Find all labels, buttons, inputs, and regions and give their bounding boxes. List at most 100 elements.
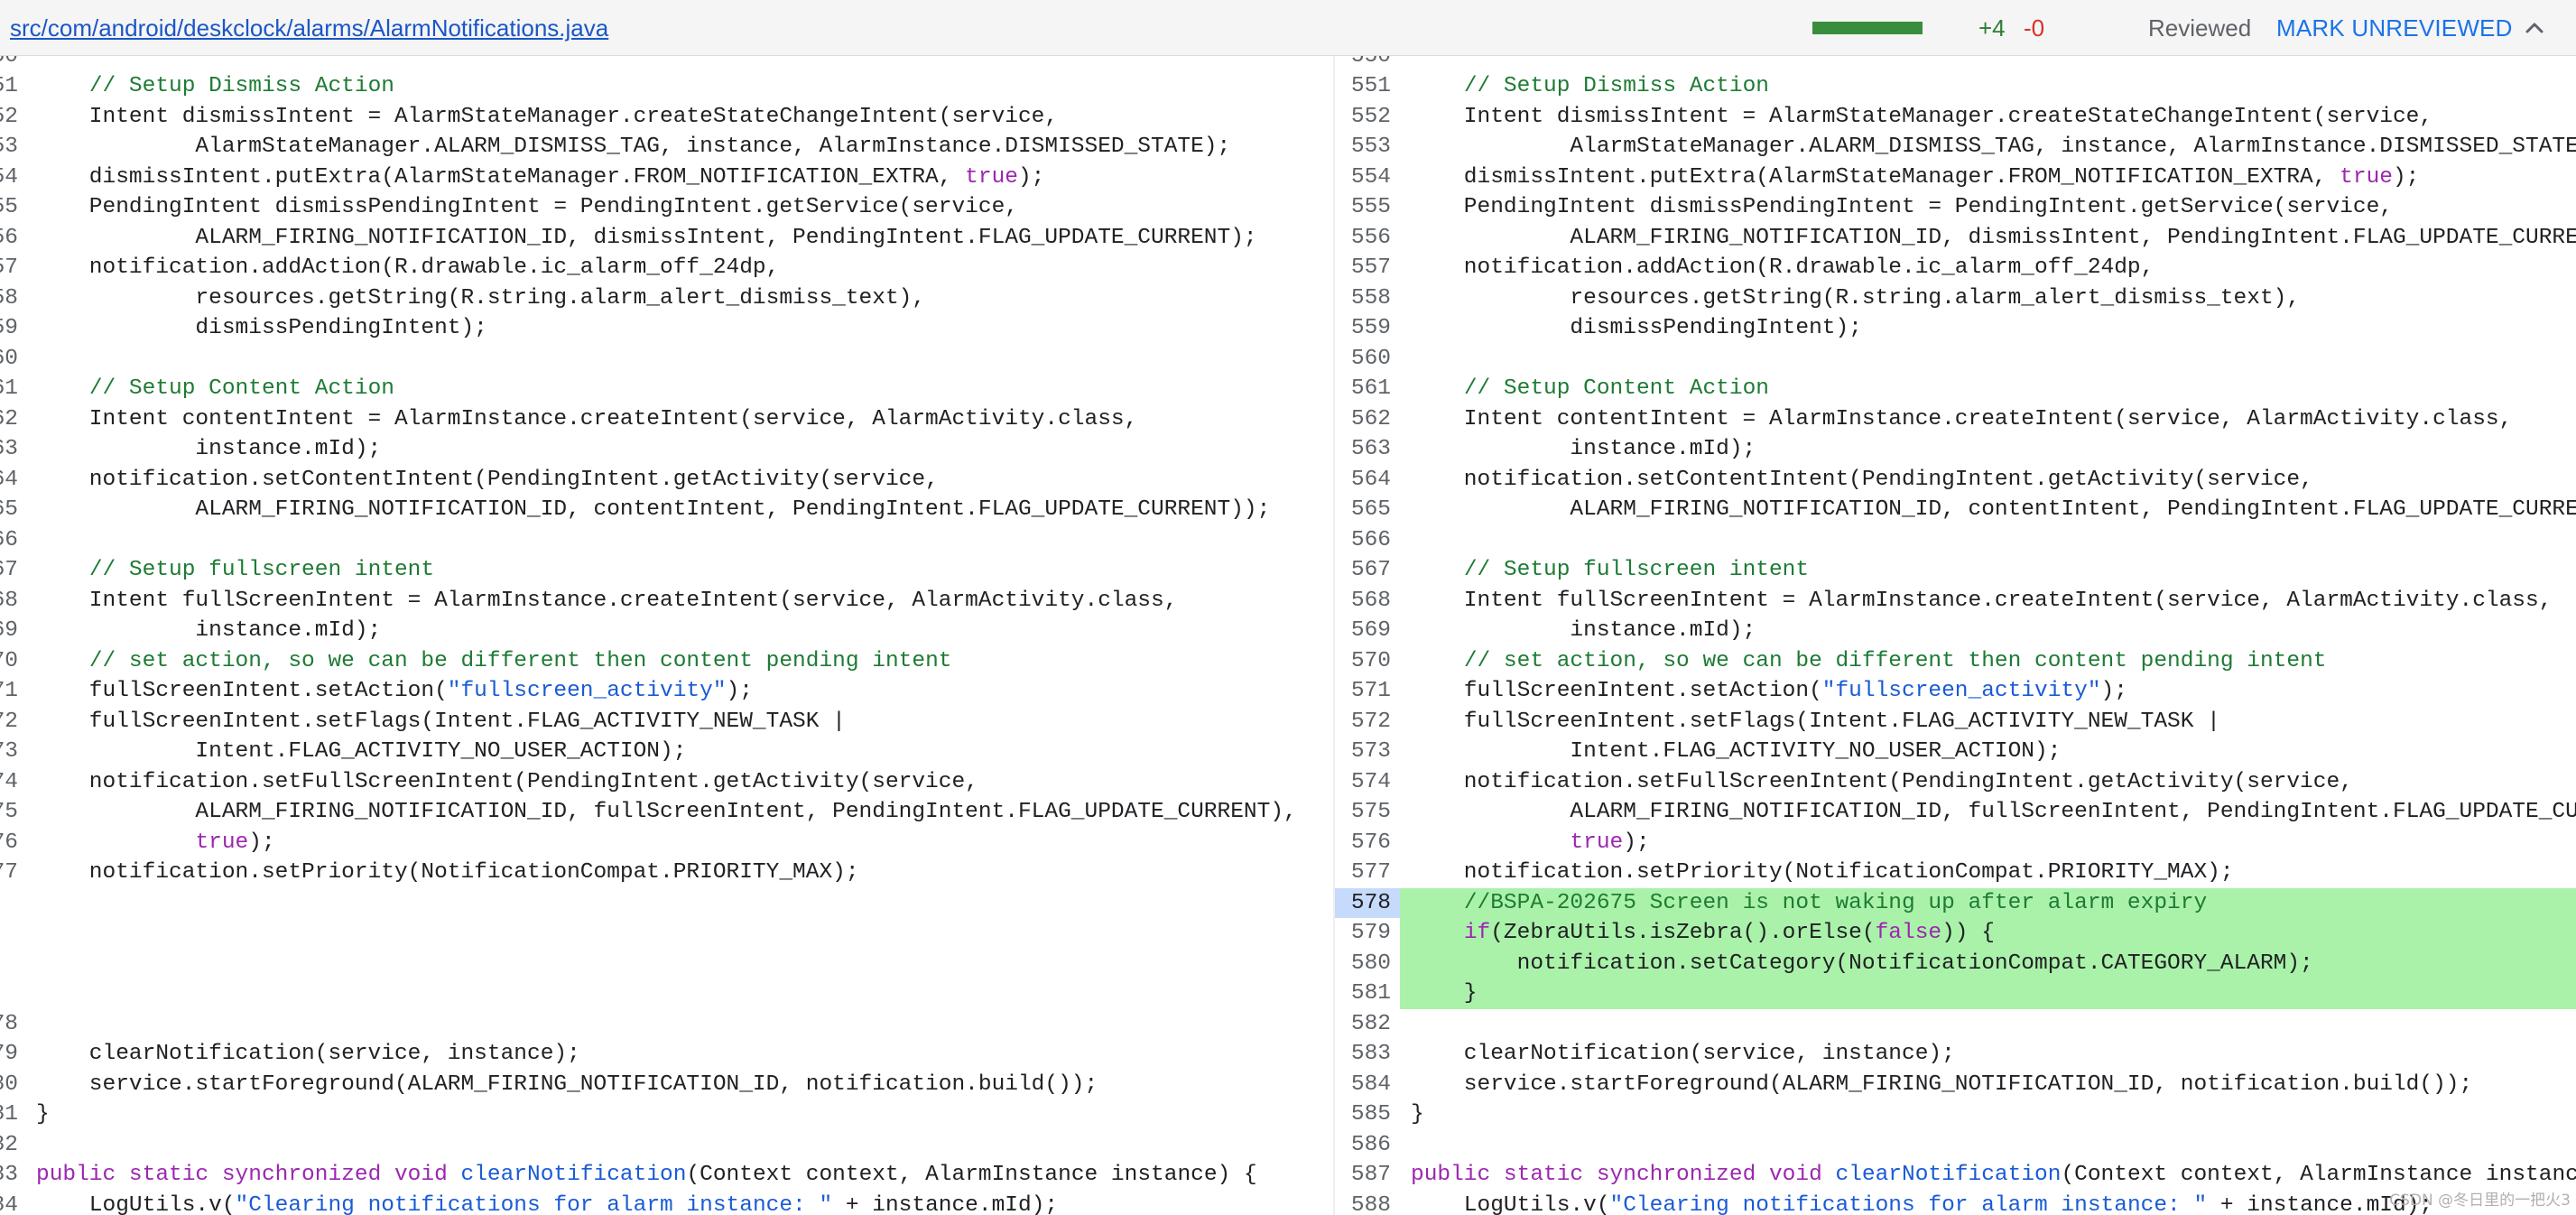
line-number[interactable]: 60: [0, 344, 27, 375]
line-number[interactable]: 578: [1335, 887, 1400, 918]
line-number[interactable]: 63: [0, 434, 27, 465]
line-number[interactable]: 553: [1335, 132, 1400, 162]
code-text: instance.mId);: [36, 437, 382, 461]
line-number[interactable]: 571: [1335, 676, 1400, 707]
line-number[interactable]: 563: [1335, 434, 1400, 465]
line-number[interactable]: 564: [1335, 465, 1400, 496]
line-number[interactable]: [0, 918, 27, 949]
line-number[interactable]: 584: [1335, 1070, 1400, 1100]
line-number[interactable]: 551: [1335, 71, 1400, 102]
line-number[interactable]: 561: [1335, 374, 1400, 404]
line-number[interactable]: 588: [1335, 1191, 1400, 1215]
chevron-up-icon[interactable]: [2520, 15, 2549, 41]
line-number[interactable]: 62: [0, 404, 27, 435]
line-number[interactable]: 554: [1335, 162, 1400, 193]
line-number[interactable]: 64: [0, 465, 27, 496]
line-number[interactable]: 560: [1335, 344, 1400, 375]
diff-line: 567 // Setup fullscreen intent: [1335, 555, 2576, 586]
line-number[interactable]: 80: [0, 1070, 27, 1100]
diff-line: 63 instance.mId);: [0, 434, 1335, 465]
review-progress-fill: [1812, 22, 1923, 34]
diff-line: 74 notification.setFullScreenIntent(Pend…: [0, 767, 1335, 798]
code-text: instance.mId);: [1411, 618, 1756, 643]
line-number[interactable]: 568: [1335, 586, 1400, 617]
line-number[interactable]: 580: [1335, 948, 1400, 978]
line-number[interactable]: 82: [0, 1130, 27, 1161]
line-number[interactable]: 69: [0, 616, 27, 646]
diff-line: 67 // Setup fullscreen intent: [0, 555, 1335, 586]
diff-line: 550: [1335, 56, 2576, 71]
line-number[interactable]: 559: [1335, 313, 1400, 344]
line-number[interactable]: 72: [0, 707, 27, 737]
line-number[interactable]: 585: [1335, 1099, 1400, 1130]
code-text: Intent dismissIntent = AlarmStateManager…: [1411, 104, 2433, 129]
line-number[interactable]: 562: [1335, 404, 1400, 435]
diff-line: 60: [0, 344, 1335, 375]
line-number[interactable]: 575: [1335, 797, 1400, 828]
line-number[interactable]: 71: [0, 676, 27, 707]
line-number[interactable]: 59: [0, 313, 27, 344]
line-number[interactable]: 565: [1335, 495, 1400, 525]
line-number[interactable]: 583: [1335, 1039, 1400, 1070]
line-number[interactable]: [0, 978, 27, 1009]
line-number[interactable]: 81: [0, 1099, 27, 1130]
line-number[interactable]: 58: [0, 283, 27, 314]
line-number[interactable]: 77: [0, 858, 27, 888]
line-number[interactable]: 587: [1335, 1160, 1400, 1191]
line-number[interactable]: 54: [0, 162, 27, 193]
code-text: PendingIntent dismissPendingIntent = Pen…: [1411, 195, 2393, 219]
line-number[interactable]: 75: [0, 797, 27, 828]
mark-unreviewed-button[interactable]: MARK UNREVIEWED: [2276, 14, 2513, 42]
line-number[interactable]: 557: [1335, 253, 1400, 283]
line-number[interactable]: 558: [1335, 283, 1400, 314]
line-number[interactable]: 574: [1335, 767, 1400, 798]
line-number[interactable]: 572: [1335, 707, 1400, 737]
line-number[interactable]: 78: [0, 1009, 27, 1040]
line-number[interactable]: 68: [0, 586, 27, 617]
line-number[interactable]: 55: [0, 192, 27, 223]
line-number[interactable]: 582: [1335, 1009, 1400, 1040]
code-text: ALARM_FIRING_NOTIFICATION_ID, dismissInt…: [1411, 225, 2576, 250]
diff-line: 562 Intent contentIntent = AlarmInstance…: [1335, 404, 2576, 435]
line-number[interactable]: [0, 949, 27, 979]
diff-line: 555 PendingIntent dismissPendingIntent =…: [1335, 192, 2576, 223]
diff-line: 570 // set action, so we can be differen…: [1335, 646, 2576, 677]
line-number[interactable]: 586: [1335, 1130, 1400, 1161]
diff-line: 64 notification.setContentIntent(Pending…: [0, 465, 1335, 496]
line-number[interactable]: 65: [0, 495, 27, 525]
line-number[interactable]: 550: [1335, 56, 1400, 71]
line-number[interactable]: 61: [0, 374, 27, 404]
line-number[interactable]: 79: [0, 1039, 27, 1070]
line-number[interactable]: 581: [1335, 978, 1400, 1009]
line-number[interactable]: 84: [0, 1191, 27, 1215]
line-number[interactable]: 552: [1335, 102, 1400, 133]
line-number[interactable]: 57: [0, 253, 27, 283]
line-number[interactable]: 66: [0, 525, 27, 556]
line-number[interactable]: 555: [1335, 192, 1400, 223]
line-number[interactable]: 73: [0, 737, 27, 767]
line-number[interactable]: 569: [1335, 616, 1400, 646]
line-number[interactable]: 577: [1335, 858, 1400, 888]
line-number[interactable]: 70: [0, 646, 27, 677]
diff-line: 576 true);: [1335, 828, 2576, 858]
line-number[interactable]: 50: [0, 56, 27, 71]
line-number[interactable]: [0, 888, 27, 919]
diff-line: 79 clearNotification(service, instance);: [0, 1039, 1335, 1070]
file-path-link[interactable]: src/com/android/deskclock/alarms/AlarmNo…: [10, 14, 608, 42]
line-number[interactable]: 579: [1335, 918, 1400, 949]
line-number[interactable]: 573: [1335, 737, 1400, 767]
line-number[interactable]: 56: [0, 223, 27, 254]
line-number[interactable]: 566: [1335, 525, 1400, 556]
line-number[interactable]: 67: [0, 555, 27, 586]
line-number[interactable]: 556: [1335, 223, 1400, 254]
line-number[interactable]: 76: [0, 828, 27, 858]
line-number[interactable]: 53: [0, 132, 27, 162]
line-number[interactable]: 576: [1335, 828, 1400, 858]
line-number[interactable]: 83: [0, 1160, 27, 1191]
line-number[interactable]: 570: [1335, 646, 1400, 677]
diff-line: 83 public static synchronized void clearN…: [0, 1160, 1335, 1191]
line-number[interactable]: 567: [1335, 555, 1400, 586]
line-number[interactable]: 52: [0, 102, 27, 133]
line-number[interactable]: 74: [0, 767, 27, 798]
line-number[interactable]: 51: [0, 71, 27, 102]
